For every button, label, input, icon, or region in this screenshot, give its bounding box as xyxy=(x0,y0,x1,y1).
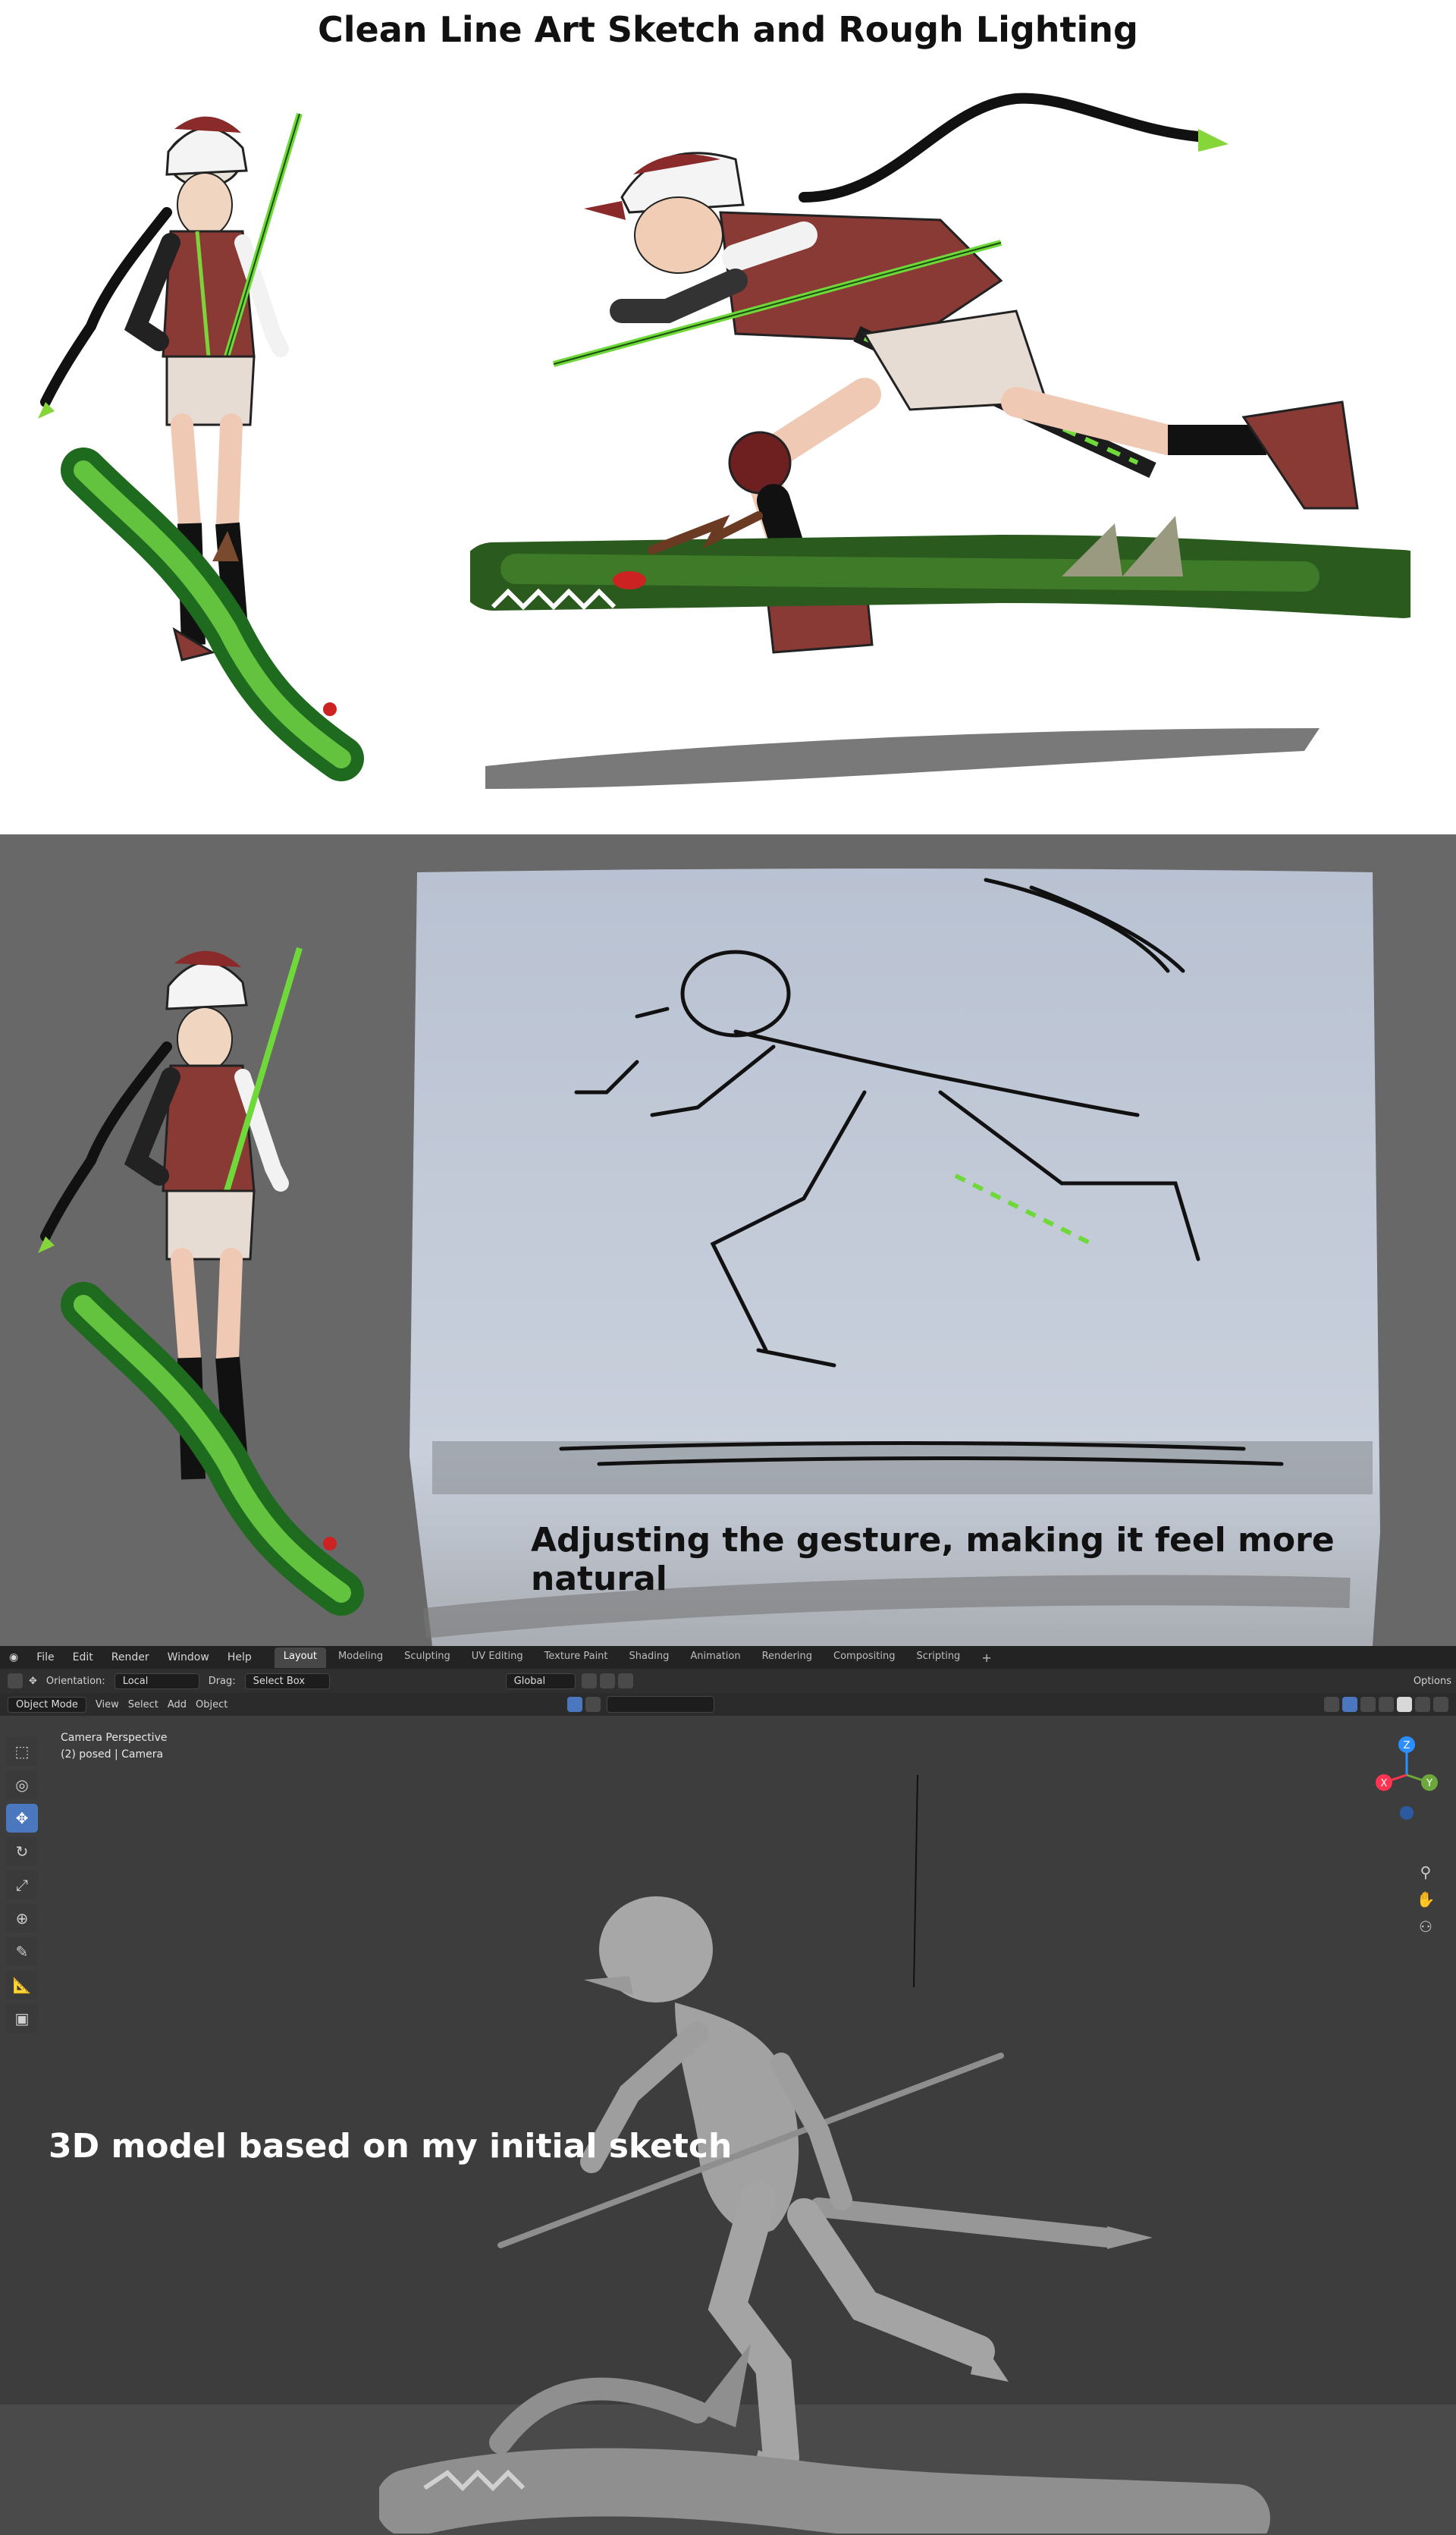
menu-select[interactable]: Select xyxy=(128,1699,158,1710)
gesture-panel: Adjusting the gesture, making it feel mo… xyxy=(0,834,1456,1646)
view-perspective-label: Camera Perspective xyxy=(61,1732,168,1744)
panel-title: Clean Line Art Sketch and Rough Lighting xyxy=(318,9,1138,50)
xray-icon[interactable] xyxy=(1360,1697,1376,1712)
blender-logo-icon[interactable]: ◉ xyxy=(0,1651,27,1663)
tab-rendering[interactable]: Rendering xyxy=(753,1648,821,1668)
shading-material-icon[interactable] xyxy=(1415,1697,1430,1712)
view-object-label: (2) posed | Camera xyxy=(61,1748,164,1761)
zoom-icon[interactable]: ⚲ xyxy=(1410,1858,1441,1886)
scale-icon[interactable]: ⤢ xyxy=(6,1871,38,1899)
menu-window[interactable]: Window xyxy=(158,1651,218,1663)
drag-dropdown[interactable]: Select Box xyxy=(244,1673,330,1689)
lineart-panel: Clean Line Art Sketch and Rough Lighting xyxy=(0,0,1456,834)
tab-compositing[interactable]: Compositing xyxy=(824,1648,905,1668)
measure-icon[interactable]: 📐 xyxy=(6,1971,38,1999)
menu-help[interactable]: Help xyxy=(218,1651,261,1663)
menu-object[interactable]: Object xyxy=(196,1699,228,1710)
drag-label: Drag: xyxy=(208,1675,236,1687)
character-front-illustration xyxy=(38,112,364,781)
tool-settings-header: ✥ Orientation: Local Drag: Select Box Gl… xyxy=(0,1669,1456,1693)
pan-hand-icon[interactable]: ✋ xyxy=(1410,1886,1441,1913)
extend-mode-icon[interactable] xyxy=(585,1697,601,1712)
blender-panel: ◉ File Edit Render Window Help Layout Mo… xyxy=(0,1646,1456,2535)
shading-rendered-icon[interactable] xyxy=(1433,1697,1448,1712)
options-dropdown[interactable]: Options xyxy=(1414,1676,1451,1687)
pivot-icon[interactable] xyxy=(581,1673,597,1688)
gesture-caption: Adjusting the gesture, making it feel mo… xyxy=(531,1521,1335,1598)
menu-render[interactable]: Render xyxy=(102,1651,158,1663)
character-front-illustration-2 xyxy=(38,947,364,1616)
gizmo-toggle-icon[interactable] xyxy=(1342,1697,1357,1712)
cursor-icon[interactable]: ◎ xyxy=(6,1770,38,1799)
tab-animation[interactable]: Animation xyxy=(681,1648,749,1668)
menu-view[interactable]: View xyxy=(96,1699,119,1710)
editor-type-icon[interactable] xyxy=(8,1673,23,1688)
svg-text:Z: Z xyxy=(1404,1740,1410,1751)
viewport-header: Object Mode View Select Add Object xyxy=(0,1693,1456,1716)
navigation-gizmo[interactable]: Z Y X xyxy=(1373,1729,1441,1858)
tab-modeling[interactable]: Modeling xyxy=(329,1648,392,1668)
character-running-illustration xyxy=(470,93,1410,789)
add-workspace-icon[interactable]: + xyxy=(972,1648,1000,1668)
workspace-tabs: Layout Modeling Sculpting UV Editing Tex… xyxy=(274,1647,1001,1668)
menu-file[interactable]: File xyxy=(27,1651,63,1663)
camera-view-icon[interactable]: ⚇ xyxy=(1410,1913,1441,1940)
select-mode-icon[interactable] xyxy=(567,1697,583,1712)
move-icon[interactable]: ✥ xyxy=(6,1804,38,1833)
add-cube-icon[interactable]: ▣ xyxy=(6,2004,38,2033)
proportional-edit-icon[interactable] xyxy=(617,1673,633,1688)
annotate-icon[interactable]: ✎ xyxy=(6,1937,38,1966)
svg-text:X: X xyxy=(1381,1778,1388,1789)
tab-uv-editing[interactable]: UV Editing xyxy=(463,1648,532,1668)
tool-shelf: ⬚ ◎ ✥ ↻ ⤢ ⊕ ✎ 📐 ▣ xyxy=(6,1737,41,2037)
viewport-search-field[interactable] xyxy=(607,1696,715,1713)
snap-icon[interactable] xyxy=(599,1673,615,1688)
blender-menubar: ◉ File Edit Render Window Help Layout Mo… xyxy=(0,1646,1456,1669)
orientation-dropdown[interactable]: Local xyxy=(114,1673,199,1689)
orientation-label: Orientation: xyxy=(46,1675,105,1687)
transform-orientation-dropdown[interactable]: Global xyxy=(505,1673,576,1689)
model-caption: 3D model based on my initial sketch xyxy=(49,2127,733,2166)
menu-edit[interactable]: Edit xyxy=(64,1651,102,1663)
transform-tool-icon[interactable]: ✥ xyxy=(29,1676,37,1687)
shading-solid-icon[interactable] xyxy=(1397,1697,1412,1712)
select-box-icon[interactable]: ⬚ xyxy=(6,1737,38,1766)
svg-text:Y: Y xyxy=(1426,1778,1432,1789)
tab-shading[interactable]: Shading xyxy=(620,1648,679,1668)
shading-wireframe-icon[interactable] xyxy=(1379,1697,1394,1712)
rotate-icon[interactable]: ↻ xyxy=(6,1837,38,1866)
menu-add[interactable]: Add xyxy=(168,1699,187,1710)
mode-dropdown[interactable]: Object Mode xyxy=(8,1696,86,1713)
overlays-icon[interactable] xyxy=(1324,1697,1339,1712)
tab-scripting[interactable]: Scripting xyxy=(908,1648,970,1668)
tab-texture-paint[interactable]: Texture Paint xyxy=(535,1648,617,1668)
viewport-info: Camera Perspective (2) posed | Camera xyxy=(61,1729,167,1763)
transform-icon[interactable]: ⊕ xyxy=(6,1904,38,1933)
tab-layout[interactable]: Layout xyxy=(274,1647,326,1668)
viewport-nav-buttons: ⚲ ✋ ⚇ xyxy=(1410,1858,1441,1940)
tab-sculpting[interactable]: Sculpting xyxy=(395,1648,460,1668)
